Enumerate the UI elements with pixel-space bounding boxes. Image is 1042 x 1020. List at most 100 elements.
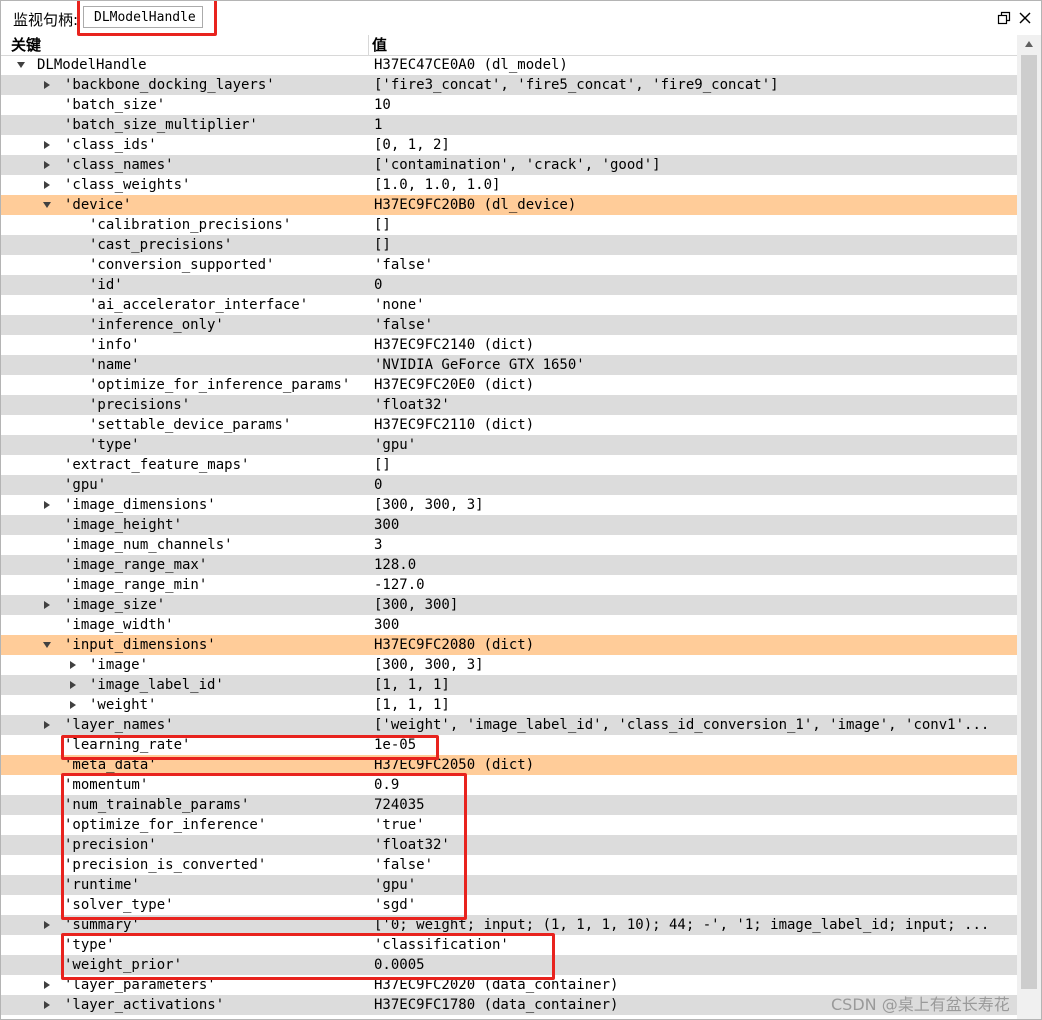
tree-row[interactable]: 'image' [300, 300, 3]	[1, 655, 1017, 675]
tree-row[interactable]: 'device' H37EC9FC20B0 (dl_device)	[1, 195, 1017, 215]
tree-row[interactable]: 'image_num_channels' 3	[1, 535, 1017, 555]
row-value: 'classification'	[374, 937, 509, 953]
scroll-up-icon[interactable]	[1017, 35, 1041, 53]
tree-row[interactable]: 'learning_rate' 1e-05	[1, 735, 1017, 755]
tree-row[interactable]: 'name' 'NVIDIA GeForce GTX 1650'	[1, 355, 1017, 375]
expand-arrow-icon[interactable]	[67, 655, 79, 675]
expand-arrow-icon[interactable]	[41, 975, 53, 995]
row-key: 'input_dimensions'	[64, 637, 216, 653]
expand-arrow-icon[interactable]	[41, 715, 53, 735]
expand-arrow-icon[interactable]	[41, 995, 53, 1015]
tree-row[interactable]: 'precisions' 'float32'	[1, 395, 1017, 415]
tree-row[interactable]: 'settable_device_params' H37EC9FC2110 (di…	[1, 415, 1017, 435]
tree-row[interactable]: 'conversion_supported' 'false'	[1, 255, 1017, 275]
tree-row[interactable]: 'inference_only' 'false'	[1, 315, 1017, 335]
tree-row[interactable]: 'backbone_docking_layers' ['fire3_concat'…	[1, 75, 1017, 95]
scrollbar-thumb[interactable]	[1021, 55, 1037, 989]
restore-window-icon[interactable]	[995, 9, 1013, 27]
row-key: 'image_num_channels'	[64, 537, 233, 553]
row-key: 'solver_type'	[64, 897, 174, 913]
tree-row[interactable]: 'input_dimensions' H37EC9FC2080 (dict)	[1, 635, 1017, 655]
collapse-arrow-icon[interactable]	[15, 55, 27, 75]
tree-row[interactable]: 'precision_is_converted' 'false'	[1, 855, 1017, 875]
tree-row[interactable]: 'class_weights' [1.0, 1.0, 1.0]	[1, 175, 1017, 195]
column-header-value[interactable]: 值	[372, 35, 387, 55]
row-key: 'conversion_supported'	[89, 257, 275, 273]
tree-row[interactable]: 'image_label_id' [1, 1, 1]	[1, 675, 1017, 695]
expand-arrow-icon[interactable]	[41, 75, 53, 95]
row-value: []	[374, 457, 391, 473]
tree-row[interactable]: 'class_names' ['contamination', 'crack', …	[1, 155, 1017, 175]
tree-row[interactable]: 'weight' [1, 1, 1]	[1, 695, 1017, 715]
handle-name-field[interactable]: DLModelHandle	[83, 6, 203, 28]
tree-row[interactable]: 'ai_accelerator_interface' 'none'	[1, 295, 1017, 315]
row-value: [300, 300]	[374, 597, 459, 613]
collapse-arrow-icon[interactable]	[41, 635, 53, 655]
expand-arrow-icon[interactable]	[41, 135, 53, 155]
tree-row[interactable]: 'calibration_precisions' []	[1, 215, 1017, 235]
tree-row[interactable]: 'layer_names' ['weight', 'image_label_id'…	[1, 715, 1017, 735]
tree-row[interactable]: 'gpu' 0	[1, 475, 1017, 495]
expand-arrow-icon[interactable]	[41, 175, 53, 195]
tree-row[interactable]: 'precision' 'float32'	[1, 835, 1017, 855]
tree-row[interactable]: 'num_trainable_params' 724035	[1, 795, 1017, 815]
row-value: H37EC9FC20E0 (dict)	[374, 377, 535, 393]
tree-row[interactable]: 'id' 0	[1, 275, 1017, 295]
collapse-arrow-icon[interactable]	[41, 195, 53, 215]
expand-arrow-icon[interactable]	[41, 595, 53, 615]
title-bar: 监视句柄: DLModelHandle	[1, 1, 1041, 35]
tree-row[interactable]: 'optimize_for_inference' 'true'	[1, 815, 1017, 835]
tree-row[interactable]: 'batch_size' 10	[1, 95, 1017, 115]
row-value: 'false'	[374, 857, 434, 873]
row-key: 'id'	[89, 277, 123, 293]
tree-row[interactable]: 'image_size' [300, 300]	[1, 595, 1017, 615]
tree-row[interactable]: 'type' 'classification'	[1, 935, 1017, 955]
row-value: -127.0	[374, 577, 425, 593]
tree-row[interactable]: 'info' H37EC9FC2140 (dict)	[1, 335, 1017, 355]
row-value: 0	[374, 477, 383, 493]
tree-row[interactable]: 'image_width' 300	[1, 615, 1017, 635]
expand-arrow-icon[interactable]	[41, 915, 53, 935]
tree-row[interactable]: 'meta_data' H37EC9FC2050 (dict)	[1, 755, 1017, 775]
tree-row[interactable]: 'class_ids' [0, 1, 2]	[1, 135, 1017, 155]
tree-row[interactable]: 'cast_precisions' []	[1, 235, 1017, 255]
tree-row[interactable]: 'weight_prior' 0.0005	[1, 955, 1017, 975]
row-value: 'gpu'	[374, 877, 417, 893]
tree-row[interactable]: DLModelHandle H37EC47CE0A0 (dl_model)	[1, 55, 1017, 75]
tree-row[interactable]: 'image_height' 300	[1, 515, 1017, 535]
tree-row[interactable]: 'type' 'gpu'	[1, 435, 1017, 455]
vertical-scrollbar[interactable]	[1017, 35, 1041, 1019]
column-header-key[interactable]: 关键	[11, 35, 41, 55]
expand-arrow-icon[interactable]	[67, 675, 79, 695]
expand-arrow-icon[interactable]	[41, 495, 53, 515]
row-key: 'image_range_min'	[64, 577, 208, 593]
row-key: 'image_height'	[64, 517, 183, 533]
tree-row[interactable]: 'image_range_max' 128.0	[1, 555, 1017, 575]
tree-row[interactable]: 'solver_type' 'sgd'	[1, 895, 1017, 915]
expand-arrow-icon[interactable]	[67, 695, 79, 715]
row-value: 3	[374, 537, 383, 553]
row-value: H37EC9FC2110 (dict)	[374, 417, 535, 433]
row-value: [1, 1, 1]	[374, 677, 450, 693]
row-key: 'settable_device_params'	[89, 417, 292, 433]
tree-row[interactable]: 'summary' ['0; weight; input; (1, 1, 1, 1…	[1, 915, 1017, 935]
watch-window: 监视句柄: DLModelHandle 关键 值 DLModelHandle H3…	[0, 0, 1042, 1020]
tree-row[interactable]: 'extract_feature_maps' []	[1, 455, 1017, 475]
tree-row[interactable]: 'runtime' 'gpu'	[1, 875, 1017, 895]
tree-row[interactable]: 'optimize_for_inference_params' H37EC9FC2…	[1, 375, 1017, 395]
row-value: 300	[374, 517, 400, 533]
tree-row[interactable]: 'image_range_min' -127.0	[1, 575, 1017, 595]
row-key: 'inference_only'	[89, 317, 224, 333]
tree-row[interactable]: 'batch_size_multiplier' 1	[1, 115, 1017, 135]
row-key: 'ai_accelerator_interface'	[89, 297, 309, 313]
row-key: 'precisions'	[89, 397, 191, 413]
tree-row[interactable]: 'momentum' 0.9	[1, 775, 1017, 795]
row-value: ['weight', 'image_label_id', 'class_id_c…	[374, 717, 990, 733]
row-key: 'extract_feature_maps'	[64, 457, 250, 473]
row-key: 'class_names'	[64, 157, 174, 173]
variable-tree[interactable]: DLModelHandle H37EC47CE0A0 (dl_model) 'bac…	[1, 55, 1017, 1019]
close-icon[interactable]	[1016, 9, 1034, 27]
column-divider[interactable]	[368, 35, 369, 55]
expand-arrow-icon[interactable]	[41, 155, 53, 175]
tree-row[interactable]: 'image_dimensions' [300, 300, 3]	[1, 495, 1017, 515]
